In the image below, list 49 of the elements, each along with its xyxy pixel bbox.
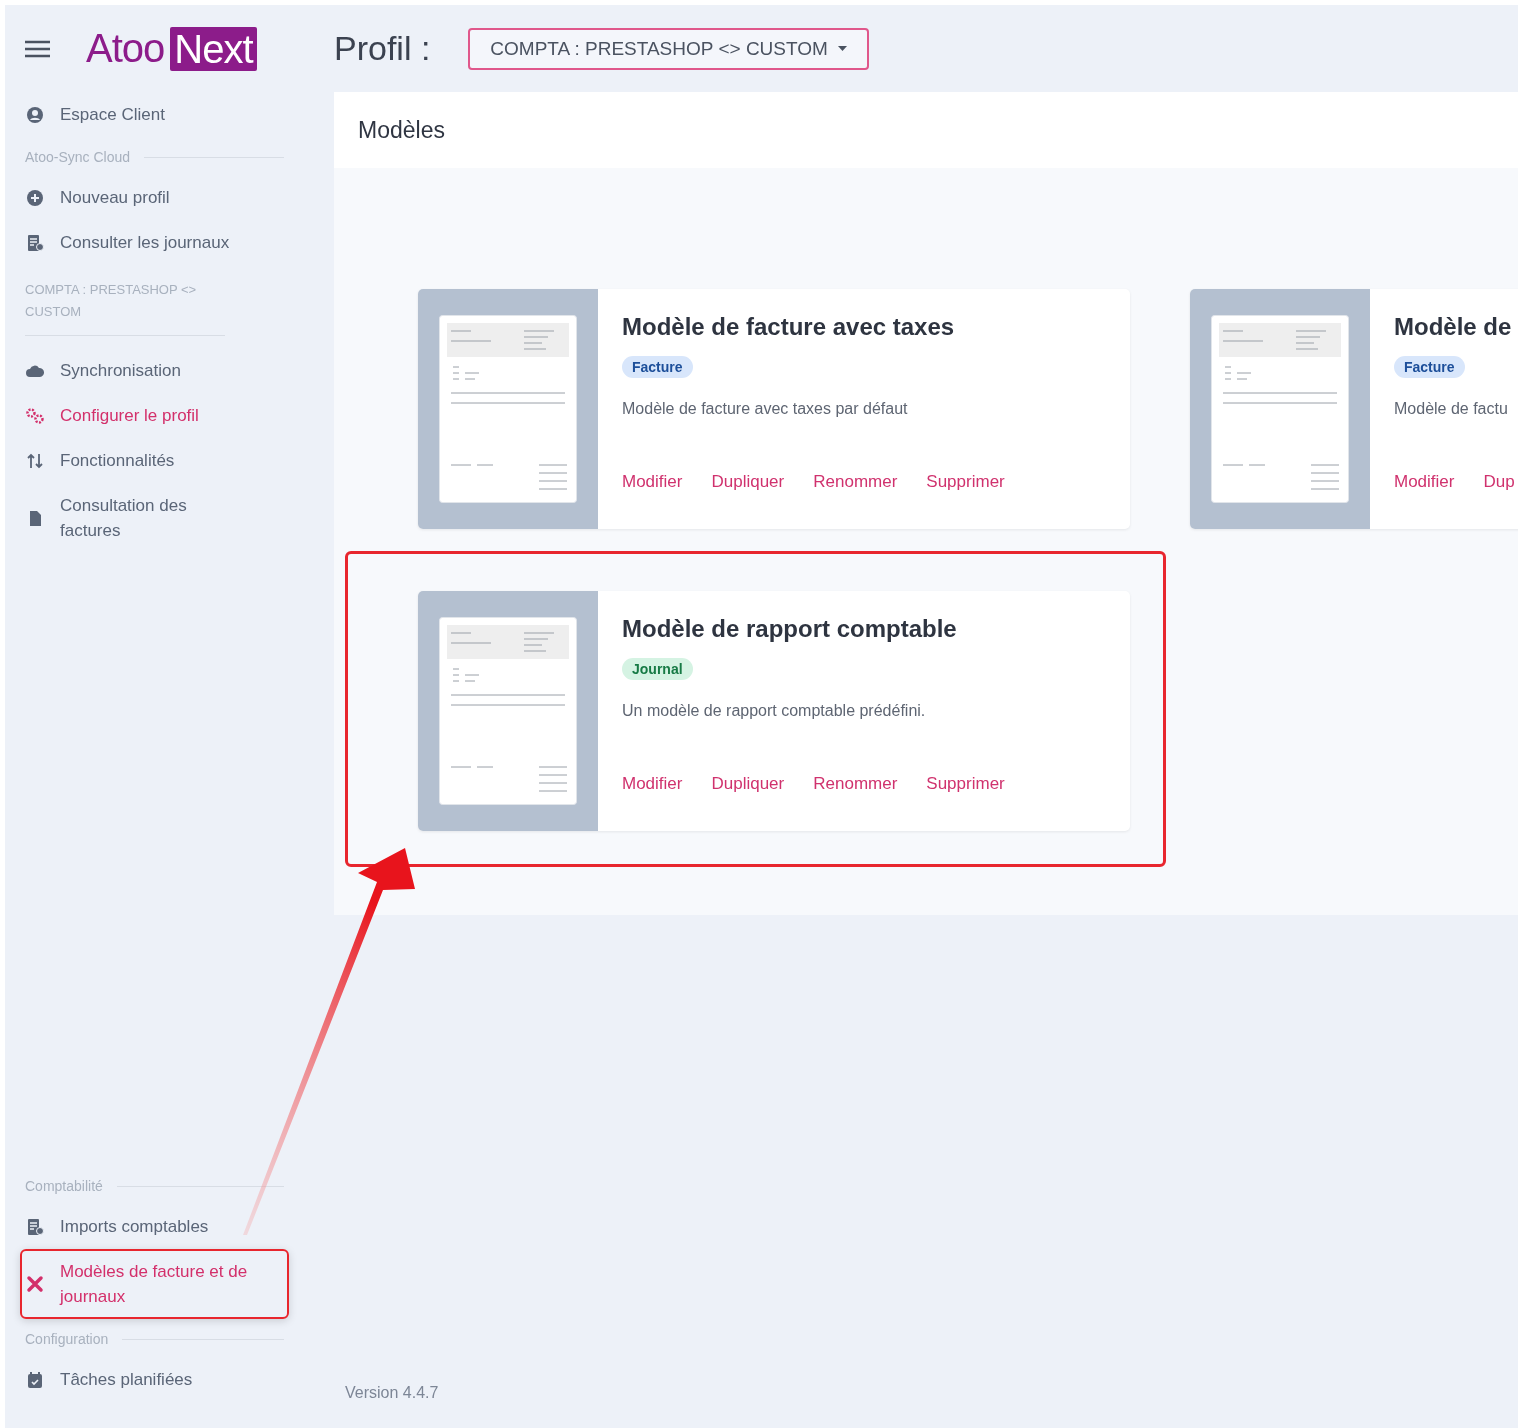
action-link[interactable]: Renommer xyxy=(813,774,898,794)
person-circle-icon xyxy=(26,105,44,124)
card-description: Un modèle de rapport comptable prédéfini. xyxy=(622,702,926,720)
type-tag: Journal xyxy=(622,658,693,680)
profile-dropdown[interactable]: COMPTA : PRESTASHOP <> CUSTOM xyxy=(468,27,869,70)
action-link[interactable]: Dupliquer xyxy=(711,472,785,492)
logo-badge: Next xyxy=(170,26,257,71)
card-title: Modèle de xyxy=(1394,313,1512,341)
section-heading: Atoo-Sync Cloud xyxy=(25,149,131,165)
section-heading: Comptabilité xyxy=(25,1178,103,1194)
sidebar-item[interactable]: Fonctionnalités xyxy=(20,438,289,483)
action-link[interactable]: Supprimer xyxy=(926,774,1005,794)
sidebar-item[interactable]: Tâches planifiées xyxy=(20,1357,289,1402)
up-down-arrows-icon xyxy=(26,451,44,470)
tools-icon xyxy=(26,1275,44,1293)
section-heading: Configuration xyxy=(25,1331,109,1347)
action-link[interactable]: Renommer xyxy=(813,472,898,492)
profile-label: Profil : xyxy=(334,29,431,68)
sidebar-item[interactable]: Imports comptables xyxy=(20,1204,289,1249)
caret-icon xyxy=(837,46,847,51)
action-link[interactable]: Supprimer xyxy=(926,472,1005,492)
type-tag: Facture xyxy=(622,356,693,378)
type-tag: Facture xyxy=(1394,356,1465,378)
card-description: Modèle de factu xyxy=(1394,400,1508,418)
document-chart-icon xyxy=(26,233,44,252)
sidebar-item[interactable]: Consultation des factures xyxy=(20,483,289,553)
action-link[interactable]: Modifier xyxy=(1394,472,1455,492)
action-link[interactable]: Dupliquer xyxy=(711,774,785,794)
sidebar-item[interactable]: Espace Client xyxy=(20,92,289,137)
action-link[interactable]: Dup xyxy=(1483,472,1515,492)
version-text: Version 4.4.7 xyxy=(344,1384,440,1403)
logo-text: Atoo xyxy=(86,26,165,71)
card-title: Modèle de facture avec taxes xyxy=(622,313,955,341)
sidebar-item[interactable]: Modèles de facture et de journaux xyxy=(20,1249,289,1319)
sidebar-item[interactable]: Synchronisation xyxy=(20,348,289,393)
action-link[interactable]: Modifier xyxy=(622,774,683,794)
menu-icon[interactable] xyxy=(25,39,50,58)
section-heading: COMPTA : PRESTASHOP <> CUSTOM xyxy=(25,279,225,336)
sidebar-item[interactable]: Consulter les journaux xyxy=(20,220,289,265)
add-circle-icon xyxy=(26,188,44,207)
document-chart-icon xyxy=(26,1217,44,1236)
gears-icon xyxy=(26,406,44,425)
action-link[interactable]: Modifier xyxy=(622,472,683,492)
calendar-icon xyxy=(26,1370,44,1389)
sidebar-item[interactable]: Configurer le profil xyxy=(20,393,289,438)
card-title: Modèle de rapport comptable xyxy=(622,615,957,643)
sidebar-item[interactable]: Nouveau profil xyxy=(20,175,289,220)
panel-title: Modèles xyxy=(357,115,446,145)
card-description: Modèle de facture avec taxes par défaut xyxy=(622,400,908,418)
